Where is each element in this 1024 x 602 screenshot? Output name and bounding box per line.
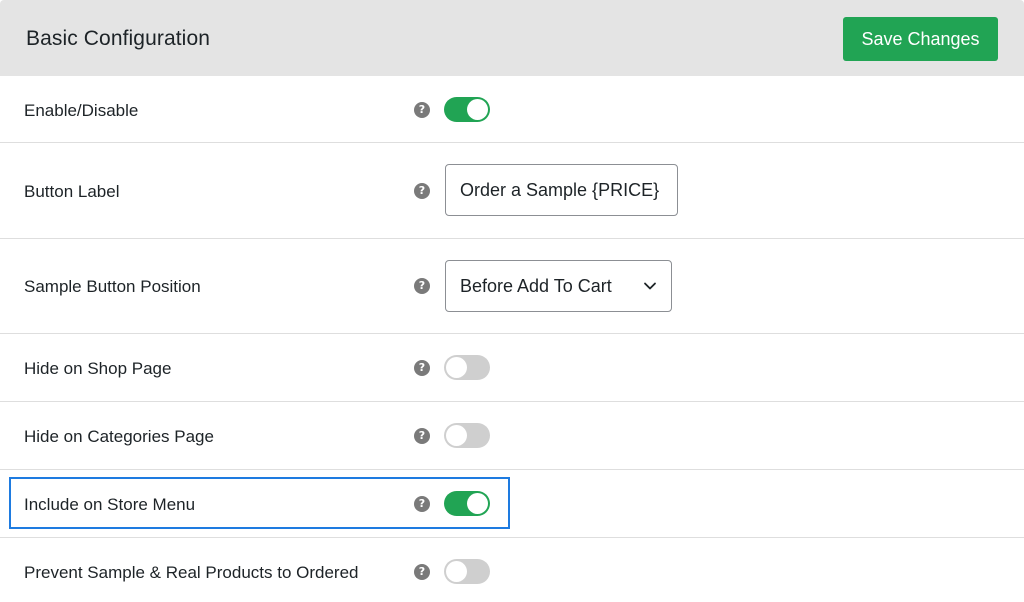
toggle-knob xyxy=(467,493,488,514)
include-on-store-menu-toggle[interactable] xyxy=(444,491,490,516)
sample-button-position-select[interactable]: Before Add To Cart xyxy=(445,260,672,312)
setting-label: Hide on Categories Page xyxy=(24,427,214,446)
prevent-sample-real-products-toggle[interactable] xyxy=(444,559,490,584)
setting-row-prevent-sample-real-products: Prevent Sample & Real Products to Ordere… xyxy=(0,538,1024,602)
help-icon[interactable]: ? xyxy=(414,360,430,376)
help-icon[interactable]: ? xyxy=(414,102,430,118)
setting-row-enable-disable: Enable/Disable ? xyxy=(0,76,1024,143)
enable-disable-toggle[interactable] xyxy=(444,97,490,122)
select-value: Before Add To Cart xyxy=(460,276,612,296)
setting-row-hide-on-categories-page: Hide on Categories Page ? xyxy=(0,402,1024,470)
help-icon[interactable]: ? xyxy=(414,183,430,199)
save-changes-button[interactable]: Save Changes xyxy=(843,17,998,61)
help-icon[interactable]: ? xyxy=(414,428,430,444)
hide-on-shop-page-toggle[interactable] xyxy=(444,355,490,380)
panel-header: Basic Configuration Save Changes xyxy=(0,0,1024,76)
toggle-knob xyxy=(467,99,488,120)
setting-label: Hide on Shop Page xyxy=(24,359,172,378)
setting-row-sample-button-position: Sample Button Position ? Before Add To C… xyxy=(0,239,1024,334)
setting-label: Include on Store Menu xyxy=(24,495,196,514)
help-icon[interactable]: ? xyxy=(414,496,430,512)
setting-row-include-on-store-menu: Include on Store Menu ? xyxy=(0,470,1024,538)
help-icon[interactable]: ? xyxy=(414,564,430,580)
toggle-knob xyxy=(446,357,467,378)
setting-label: Prevent Sample & Real Products to Ordere… xyxy=(24,563,359,582)
setting-row-hide-on-shop-page: Hide on Shop Page ? xyxy=(0,334,1024,402)
setting-label: Enable/Disable xyxy=(24,101,139,120)
button-label-input[interactable] xyxy=(445,164,678,216)
help-icon[interactable]: ? xyxy=(414,278,430,294)
chevron-down-icon xyxy=(644,282,656,290)
setting-label: Sample Button Position xyxy=(24,277,201,296)
basic-configuration-panel: Basic Configuration Save Changes Enable/… xyxy=(0,0,1024,602)
toggle-knob xyxy=(446,561,467,582)
page-title: Basic Configuration xyxy=(26,27,210,50)
toggle-knob xyxy=(446,425,467,446)
setting-row-button-label: Button Label ? xyxy=(0,143,1024,239)
setting-label: Button Label xyxy=(24,182,120,201)
hide-on-categories-page-toggle[interactable] xyxy=(444,423,490,448)
